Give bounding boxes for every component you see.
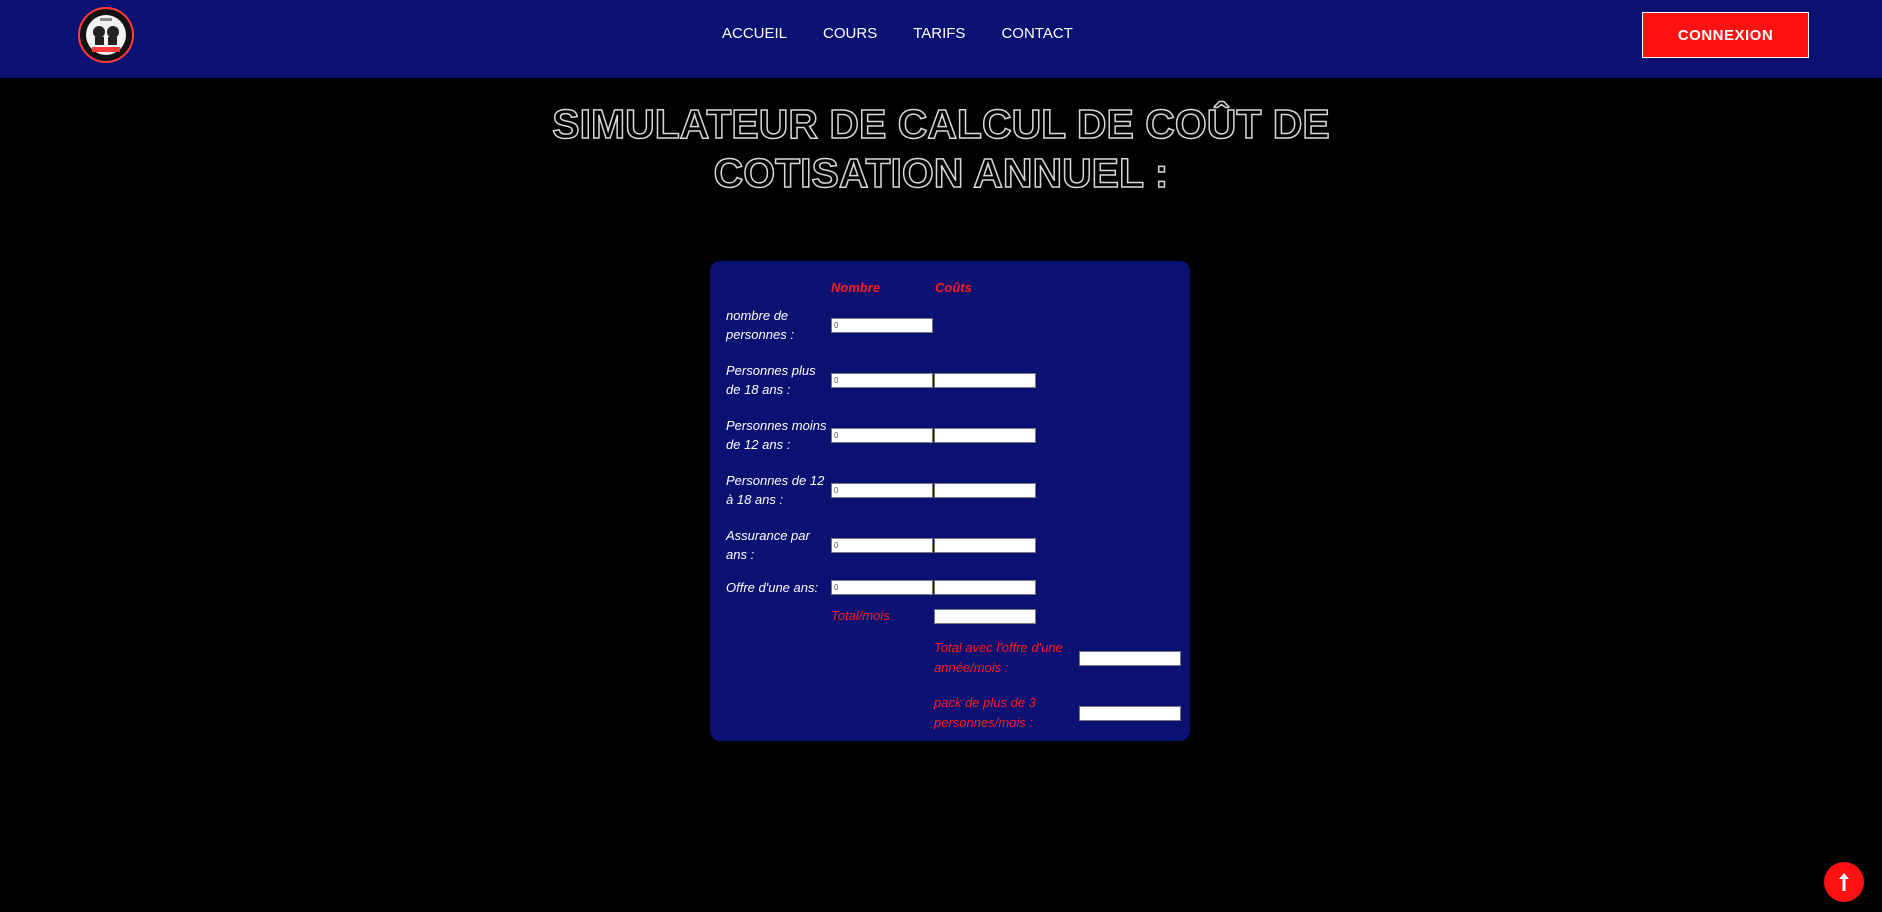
total-offre-label: Total avec l'offre d'une année/mois : [934, 640, 1063, 675]
total-mois-label: Total/mois [831, 608, 890, 623]
row-label-moins-12: Personnes moins de 12 ans : [726, 418, 827, 452]
assurance-nombre-input[interactable] [831, 538, 933, 553]
boxing-gloves-icon [86, 15, 126, 55]
connexion-button[interactable]: CONNEXION [1642, 12, 1809, 58]
plus-18-cout-input[interactable] [934, 373, 1036, 388]
row-label-offre: Offre d'une ans: [726, 580, 819, 595]
12-18-nombre-input[interactable] [831, 483, 933, 498]
moins-12-cout-input[interactable] [934, 428, 1036, 443]
page-title: SIMULATEUR DE CALCUL DE COÛT DE COTISATI… [552, 100, 1331, 197]
moins-12-nombre-input[interactable] [831, 428, 933, 443]
nav-link-cours[interactable]: COURS [823, 25, 877, 43]
nombre-personnes-input[interactable] [831, 318, 933, 333]
nav-link-tarifs[interactable]: TARIFS [913, 25, 965, 43]
navbar: ACCUEIL COURS TARIFS CONTACT CONNEXION [0, 0, 1882, 78]
simulator-panel: Nombre Coûts nombre de personnes : Perso… [710, 261, 1190, 741]
row-label-plus-18: Personnes plus de 18 ans : [726, 363, 816, 397]
nav-link-accueil[interactable]: ACCUEIL [722, 25, 787, 43]
scroll-to-top-button[interactable] [1824, 862, 1864, 902]
nav-link-contact[interactable]: CONTACT [1001, 25, 1072, 43]
offre-cout-input[interactable] [934, 580, 1036, 595]
row-label-nombre-personnes: nombre de personnes : [726, 308, 794, 342]
main-nav: ACCUEIL COURS TARIFS CONTACT [722, 25, 1109, 43]
total-offre-output[interactable] [1079, 651, 1181, 666]
assurance-cout-input[interactable] [934, 538, 1036, 553]
12-18-cout-input[interactable] [934, 483, 1036, 498]
row-label-assurance: Assurance par ans : [726, 528, 810, 562]
total-mois-output[interactable] [934, 609, 1036, 624]
column-header-nombre: Nombre [831, 280, 881, 295]
boxing-club-logo[interactable] [78, 7, 134, 63]
pack-label: pack de plus de 3 personnes/mois : [934, 695, 1036, 730]
arrow-up-icon [1839, 873, 1849, 891]
pack-output[interactable] [1079, 706, 1181, 721]
row-label-12-18: Personnes de 12 à 18 ans : [726, 473, 825, 507]
column-header-couts: Coûts [935, 280, 972, 295]
plus-18-nombre-input[interactable] [831, 373, 933, 388]
offre-nombre-input[interactable] [831, 580, 933, 595]
